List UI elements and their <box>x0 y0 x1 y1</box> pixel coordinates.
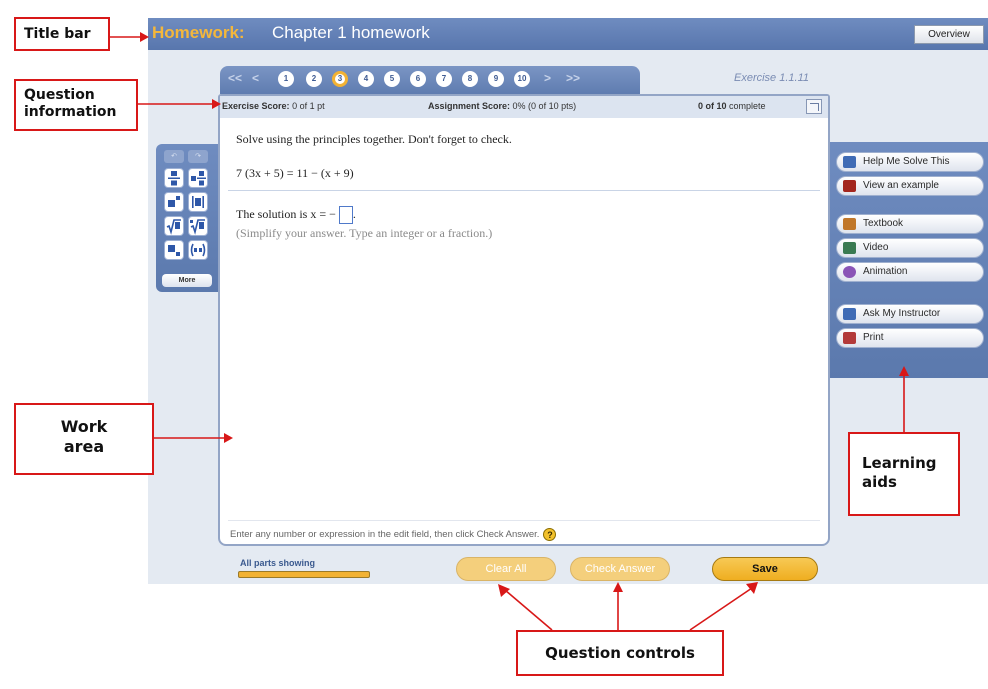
callout-work-area: Work area <box>14 403 154 475</box>
question-equation: 7 (3x + 5) = 11 − (x + 9) <box>236 166 354 180</box>
ask-my-instructor-button[interactable]: Ask My Instructor <box>836 304 984 324</box>
parts-progress-bar <box>238 571 370 578</box>
redo-button[interactable]: ↷ <box>188 150 208 163</box>
nth-root-button[interactable] <box>188 216 208 236</box>
last-question-button[interactable]: >> <box>566 71 580 85</box>
aid-label: Ask My Instructor <box>863 308 941 319</box>
all-parts-label: All parts showing <box>240 558 316 568</box>
math-palette: ↶ ↷ More <box>156 144 218 292</box>
expand-icon[interactable] <box>806 99 822 114</box>
first-question-button[interactable]: << <box>228 71 242 85</box>
person-icon <box>843 308 856 320</box>
callout-title-bar: Title bar <box>14 17 110 51</box>
question-number-6[interactable]: 6 <box>410 71 426 87</box>
aid-label: Video <box>863 242 889 253</box>
callout-line: Work <box>60 417 108 436</box>
assignment-score-label: Assignment Score: <box>428 101 511 111</box>
more-button[interactable]: More <box>162 274 212 287</box>
animation-icon <box>843 266 856 278</box>
footer-note: Enter any number or expression in the ed… <box>230 528 557 541</box>
exercise-score-value: 0 of 1 pt <box>292 101 325 111</box>
mixed-number-button[interactable] <box>188 168 208 188</box>
next-question-button[interactable]: > <box>544 71 551 85</box>
footer-note-text: Enter any number or expression in the ed… <box>230 529 540 541</box>
question-number-4[interactable]: 4 <box>358 71 374 87</box>
square-root-button[interactable] <box>164 216 184 236</box>
question-number-7[interactable]: 7 <box>436 71 452 87</box>
solution-suffix: . <box>352 206 356 221</box>
callout-line: Learning <box>862 454 937 472</box>
question-info-bar: Exercise Score: 0 of 1 pt Assignment Sco… <box>220 96 828 118</box>
callout-question-information: Question information <box>14 79 138 131</box>
arrowhead <box>498 584 510 597</box>
solution-line: The solution is x = −. <box>236 206 356 224</box>
callout-line: Question <box>24 87 95 103</box>
previous-question-button[interactable]: < <box>252 71 259 85</box>
divider <box>228 190 820 191</box>
exercise-score-label: Exercise Score: <box>222 101 290 111</box>
question-instruction: Solve using the principles together. Don… <box>236 132 512 146</box>
title-bar: Homework: Chapter 1 homework Overview <box>148 18 988 50</box>
arrow-clear-all <box>504 589 553 631</box>
learning-aids-panel: Help Me Solve This View an example Textb… <box>830 142 988 378</box>
ordered-pair-button[interactable] <box>188 240 208 260</box>
clear-all-button[interactable]: Clear All <box>456 557 556 581</box>
check-answer-button[interactable]: Check Answer <box>570 557 670 581</box>
question-number-1[interactable]: 1 <box>278 71 294 87</box>
question-number-8[interactable]: 8 <box>462 71 478 87</box>
help-me-solve-this-button[interactable]: Help Me Solve This <box>836 152 984 172</box>
divider <box>228 520 820 521</box>
callout-learning-aids: Learning aids <box>848 432 960 516</box>
example-icon <box>843 180 856 192</box>
question-number-3-current[interactable]: 3 <box>332 71 348 87</box>
textbook-button[interactable]: Textbook <box>836 214 984 234</box>
callout-line: information <box>24 104 117 120</box>
work-area: Exercise Score: 0 of 1 pt Assignment Sco… <box>218 94 830 546</box>
solution-prefix: The solution is x = − <box>236 206 336 221</box>
complete-label: complete <box>729 101 766 111</box>
key-icon <box>843 156 856 168</box>
assignment-score-value: 0% (0 of 10 pts) <box>512 101 577 111</box>
assignment-score: Assignment Score: 0% (0 of 10 pts) <box>428 101 576 111</box>
exercise-label: Exercise 1.1.11 <box>734 72 810 84</box>
callout-line: area <box>63 437 105 456</box>
help-icon[interactable]: ? <box>543 528 557 541</box>
overview-button[interactable]: Overview <box>914 25 984 44</box>
aid-label: View an example <box>863 180 939 191</box>
question-number-9[interactable]: 9 <box>488 71 504 87</box>
title-prefix: Homework: <box>152 23 245 42</box>
undo-button[interactable]: ↶ <box>164 150 184 163</box>
exponent-button[interactable] <box>164 192 184 212</box>
arrow-save <box>689 587 753 631</box>
video-icon <box>843 242 856 254</box>
absolute-value-button[interactable] <box>188 192 208 212</box>
question-number-5[interactable]: 5 <box>384 71 400 87</box>
aid-label: Textbook <box>863 218 904 229</box>
page-title: Chapter 1 homework <box>272 23 430 42</box>
save-button[interactable]: Save <box>712 557 818 581</box>
complete-count: 0 of 10 <box>698 101 727 111</box>
callout-line: aids <box>862 473 897 491</box>
question-navigator: << < 1 2 3 4 5 6 7 8 9 10 > >> <box>220 66 640 94</box>
print-button[interactable]: Print <box>836 328 984 348</box>
fraction-button[interactable] <box>164 168 184 188</box>
question-number-10[interactable]: 10 <box>514 71 530 87</box>
aid-label: Print <box>863 332 884 343</box>
aid-label: Animation <box>863 266 908 277</box>
answer-hint: (Simplify your answer. Type an integer o… <box>236 226 493 240</box>
exercise-score: Exercise Score: 0 of 1 pt <box>222 101 325 111</box>
animation-button[interactable]: Animation <box>836 262 984 282</box>
subscript-button[interactable] <box>164 240 184 260</box>
completion-status: 0 of 10 complete <box>698 101 766 111</box>
view-an-example-button[interactable]: View an example <box>836 176 984 196</box>
book-icon <box>843 218 856 230</box>
answer-input[interactable] <box>338 206 353 224</box>
video-button[interactable]: Video <box>836 238 984 258</box>
question-number-2[interactable]: 2 <box>306 71 322 87</box>
printer-icon <box>843 332 856 344</box>
aid-label: Help Me Solve This <box>863 156 950 167</box>
callout-question-controls: Question controls <box>516 630 724 676</box>
